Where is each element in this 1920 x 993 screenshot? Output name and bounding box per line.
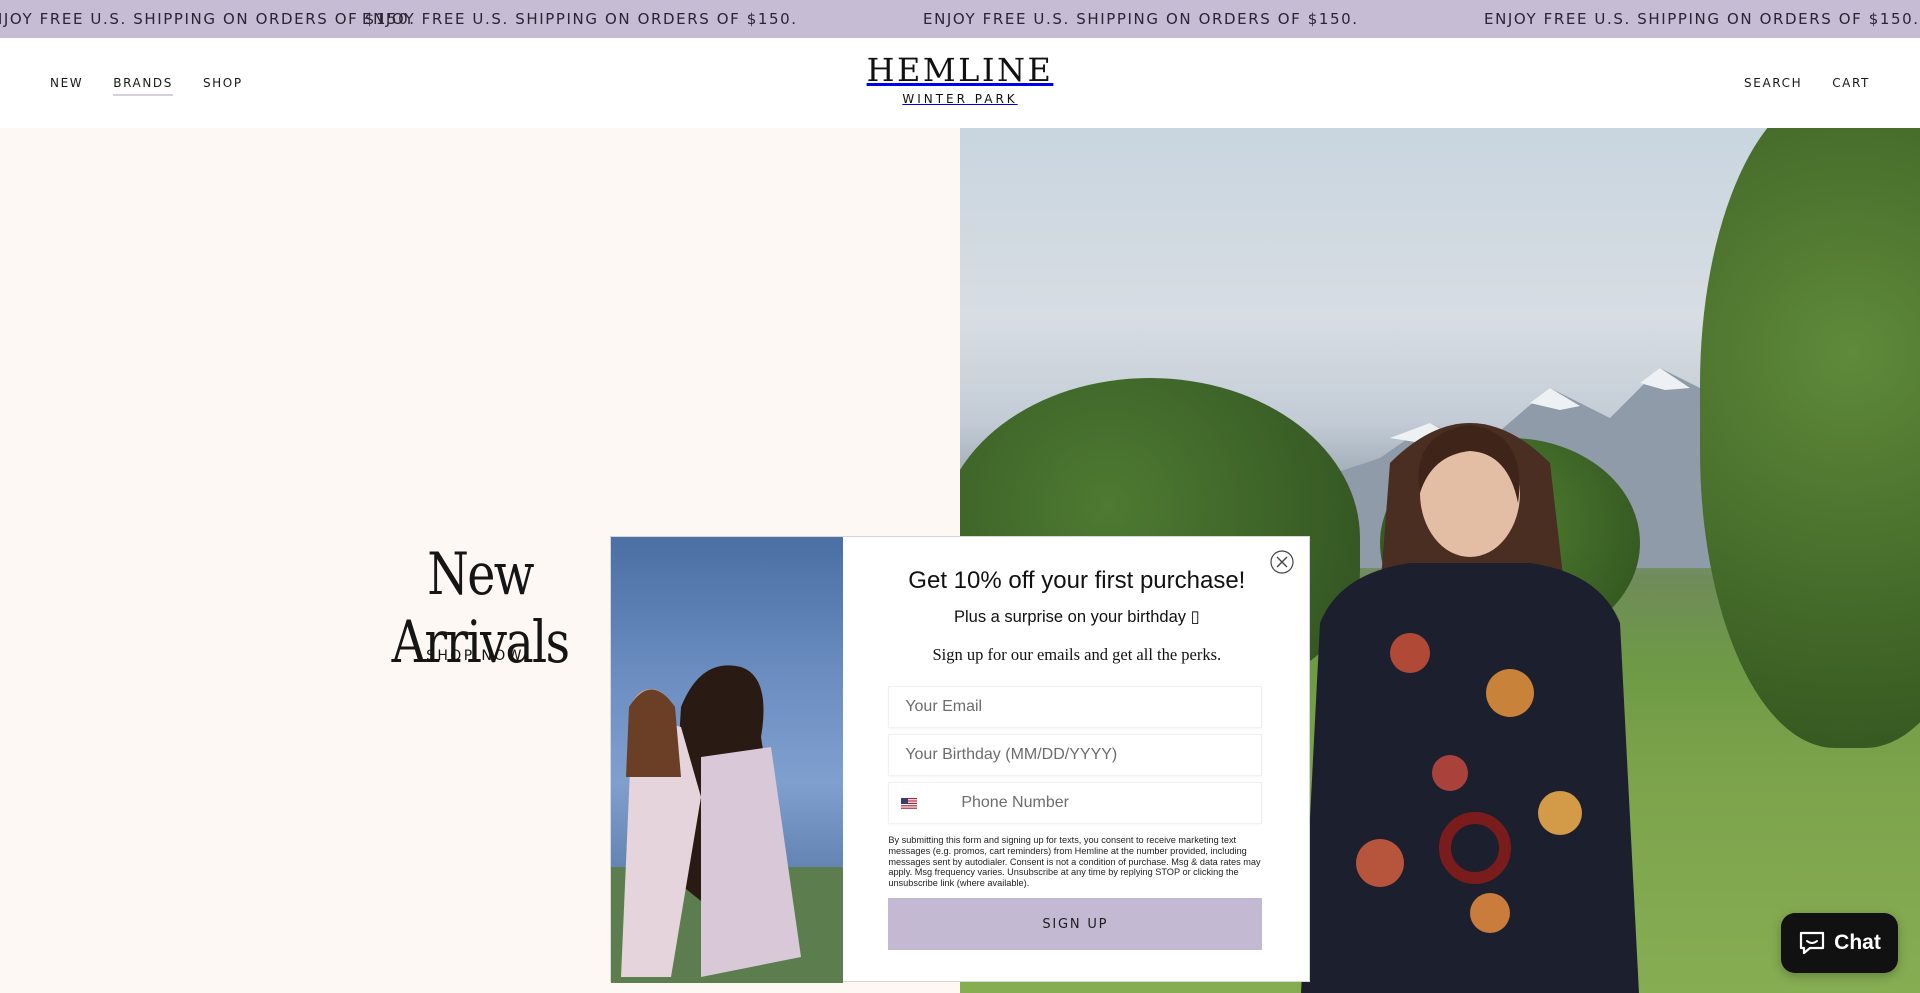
logo-name: HEMLINE: [866, 51, 1054, 89]
model-figure: [1301, 423, 1639, 993]
email-field: [888, 686, 1263, 728]
primary-nav: NEW BRANDS SHOP: [50, 38, 243, 128]
signup-popup: Get 10% off your first purchase! Plus a …: [610, 536, 1310, 983]
tree-shape: [1700, 128, 1920, 748]
popup-content: Get 10% off your first purchase! Plus a …: [843, 537, 1309, 983]
sms-consent-text: By submitting this form and signing up f…: [888, 835, 1261, 889]
logo-subtitle: WINTER PARK: [902, 92, 1018, 106]
chat-button[interactable]: Chat: [1781, 913, 1898, 973]
nav-brands[interactable]: BRANDS: [113, 76, 173, 96]
cart-link[interactable]: CART: [1832, 76, 1870, 90]
popup-subheading: Plus a surprise on your birthday ▯: [953, 608, 1200, 626]
announcement-text: ENJOY FREE U.S. SHIPPING ON ORDERS OF $1…: [923, 10, 1359, 28]
chevron-down-icon[interactable]: [921, 796, 933, 810]
popup-perks-text: Sign up for our emails and get all the p…: [932, 645, 1222, 664]
site-header: NEW BRANDS SHOP HEMLINE WINTER PARK SEAR…: [0, 38, 1920, 128]
announcement-bar: ENJOY FREE U.S. SHIPPING ON ORDERS OF $1…: [0, 0, 1920, 38]
search-link[interactable]: SEARCH: [1744, 76, 1802, 90]
nav-new[interactable]: NEW: [50, 76, 83, 90]
us-flag-icon[interactable]: [901, 798, 918, 809]
popup-photo: [611, 537, 844, 983]
utility-nav: SEARCH CART: [1744, 38, 1870, 128]
birthday-field: [888, 734, 1263, 776]
announcement-text: ENJOY FREE U.S. SHIPPING ON ORDERS OF $1…: [362, 10, 798, 28]
announcement-text: ENJOY FREE U.S. SHIPPING ON ORDERS OF $1…: [0, 10, 416, 28]
phone-input[interactable]: [889, 783, 1262, 823]
chat-bubble-icon: [1800, 931, 1825, 955]
shop-now-link[interactable]: SHOP NOW: [395, 648, 555, 664]
popup-heading: Get 10% off your first purchase!: [908, 567, 1246, 594]
chat-label: Chat: [1834, 931, 1881, 954]
site-logo[interactable]: HEMLINE WINTER PARK: [860, 52, 1060, 106]
email-input[interactable]: [889, 687, 1262, 727]
friends-photo-illustration: [611, 665, 844, 983]
phone-field: [888, 782, 1263, 824]
sign-up-button[interactable]: SIGN UP: [888, 898, 1263, 950]
birthday-input[interactable]: [889, 735, 1262, 775]
nav-shop[interactable]: SHOP: [203, 76, 243, 90]
announcement-text: ENJOY FREE U.S. SHIPPING ON ORDERS OF $1…: [1484, 10, 1920, 28]
